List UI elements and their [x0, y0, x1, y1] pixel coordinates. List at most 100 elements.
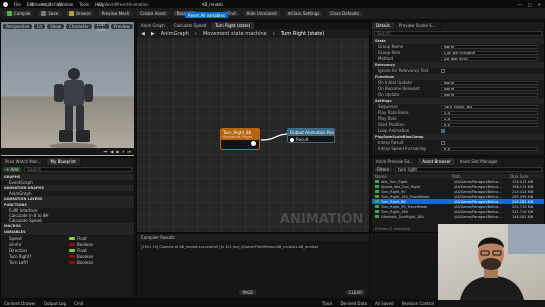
- asset-browser-toolbar: Filters turn right: [372, 165, 544, 174]
- menu-help[interactable]: Help: [95, 2, 104, 7]
- animation-sequence-icon: [375, 210, 379, 213]
- viewport-lit-button[interactable]: Lit: [34, 24, 46, 29]
- property-value[interactable]: None: [440, 92, 538, 97]
- viewport-lod-button[interactable]: LOD Auto: [93, 22, 109, 32]
- property-value[interactable]: None: [440, 86, 538, 91]
- tab-pose-watch[interactable]: Pose Watch Man...: [1, 158, 47, 165]
- relevancy-checkbox[interactable]: [440, 68, 445, 73]
- hide-unrelated-button[interactable]: Hide Unrelated: [243, 11, 280, 16]
- maximize-icon[interactable]: □: [528, 2, 532, 7]
- animation-sequence-icon: [375, 195, 379, 198]
- tab-preview-scene[interactable]: Preview Scene S...: [394, 22, 441, 29]
- asset-row[interactable]: Turn_Right_86/All/Game/Paragon/Belica...…: [372, 199, 544, 204]
- property-value[interactable]: 1.0: [440, 110, 538, 115]
- derived-data-button[interactable]: Derived Data: [340, 301, 367, 306]
- menu-file[interactable]: File: [14, 2, 21, 7]
- graph-editor[interactable]: Anim Graph Calculate Speed Turn Right (s…: [136, 21, 370, 233]
- asset-name: Turn_Right_90_TravelMode: [381, 204, 428, 209]
- tab-my-blueprint[interactable]: My Blueprint: [46, 158, 81, 165]
- trace-button[interactable]: Trace: [322, 301, 333, 306]
- browse-label: Browse: [76, 11, 91, 16]
- asset-path: /All/Game/Paragon/Belica...: [454, 179, 502, 184]
- animation-sequence-icon: [375, 200, 379, 203]
- viewport-preview-button[interactable]: Preview: [110, 24, 133, 29]
- tab-anim-preview[interactable]: Anim Preview Ed...: [372, 158, 419, 165]
- property-label: Loop Animation: [378, 128, 410, 133]
- property-label: Method: [378, 56, 394, 61]
- asset-row[interactable]: Idle_Turn_Right/All/Game/Paragon/Belica.…: [372, 179, 544, 184]
- skip-forward-icon[interactable]: ⏭: [127, 149, 131, 154]
- viewport-character-button[interactable]: Character: [65, 24, 92, 29]
- details-group-label: Relevancy: [375, 63, 396, 67]
- blueprint-search-input[interactable]: Search: [24, 167, 132, 172]
- variable-row[interactable]: Turn Left? Boolean: [1, 259, 134, 265]
- animation-sequence-icon: [375, 215, 379, 218]
- page-button[interactable]: PAGE: [239, 290, 256, 295]
- create-asset-label: Create Asset: [140, 11, 166, 16]
- preview-mesh-button[interactable]: Preview Mesh: [98, 11, 133, 16]
- clear-button[interactable]: CLEAR: [345, 290, 365, 295]
- close-icon[interactable]: ✕: [538, 2, 541, 7]
- property-value[interactable]: None: [440, 80, 538, 85]
- pause-icon[interactable]: ⏸: [122, 149, 124, 154]
- details-search-input[interactable]: Search: [374, 31, 542, 36]
- class-settings-button[interactable]: ⚙ Class Settings: [284, 11, 323, 16]
- content-drawer-button[interactable]: Content Drawer: [4, 301, 36, 306]
- float-pin-icon: [69, 236, 75, 240]
- asset-row[interactable]: Lifestatic_TurnRight_180/All/Game/Parago…: [372, 214, 544, 219]
- output-log-button[interactable]: Output Log: [44, 301, 66, 306]
- file-tab-2[interactable]: V2_WorldPresetAnimation: [97, 2, 149, 7]
- interp-checkbox[interactable]: [440, 140, 445, 145]
- class-defaults-button[interactable]: Class Defaults: [327, 11, 362, 16]
- add-button[interactable]: + Add: [3, 167, 22, 172]
- menu-window[interactable]: Window: [57, 2, 73, 7]
- browse-button[interactable]: Browse: [66, 11, 94, 16]
- pose-output-pin-icon[interactable]: [251, 141, 256, 146]
- compile-button[interactable]: Compile: [4, 11, 34, 16]
- property-value[interactable]: Can Be Fireable: [440, 50, 538, 55]
- column-disk-size[interactable]: Disk Size: [510, 174, 528, 179]
- loop-checkbox[interactable]: [440, 128, 445, 133]
- tab-details[interactable]: Details: [372, 22, 395, 29]
- output-pose-node[interactable]: Output Animation Pose Result: [287, 128, 335, 143]
- asset-row[interactable]: Turn_Right_90_TravelMode/All/Game/Parago…: [372, 204, 544, 209]
- column-path[interactable]: Path: [452, 174, 510, 179]
- filters-button[interactable]: Filters: [374, 167, 392, 172]
- minimize-icon[interactable]: —: [518, 2, 522, 7]
- tab-anim-slot-manager[interactable]: Anim Slot Manager: [455, 158, 503, 165]
- menu-asset[interactable]: Asset: [40, 2, 51, 7]
- cmd-input[interactable]: Cmd: [74, 301, 83, 306]
- boolean-pin-icon: [69, 242, 75, 246]
- property-value[interactable]: 0.0: [440, 146, 538, 151]
- window-controls[interactable]: — □ ✕: [518, 2, 541, 7]
- asset-row[interactable]: Turn_Right_90/All/Game/Paragon/Belica...…: [372, 189, 544, 194]
- menu-tools[interactable]: Tools: [79, 2, 89, 7]
- skip-back-icon[interactable]: ⏮: [104, 149, 108, 154]
- asset-row[interactable]: Turn_Right_180_TravelMode/All/Game/Parag…: [372, 194, 544, 199]
- viewport-perspective-button[interactable]: Perspective: [3, 24, 33, 29]
- sequence-player-node[interactable]: Turn_Right_86 Sequence Player: [220, 128, 260, 150]
- asset-search-input[interactable]: turn right: [395, 167, 542, 172]
- asset-disk-size: 209.182 KiB: [512, 199, 534, 204]
- property-value[interactable]: 0.0: [440, 122, 538, 127]
- create-asset-button[interactable]: Create Asset: [137, 11, 169, 16]
- tab-asset-browser[interactable]: Asset Browser: [418, 158, 456, 165]
- asset-path: /All/Game/Paragon/Belica...: [454, 184, 502, 189]
- details-property: Interp Speed Increasing 0.0: [372, 146, 544, 152]
- column-name[interactable]: Name: [372, 174, 452, 179]
- viewport-show-button[interactable]: Show: [47, 24, 64, 29]
- property-value[interactable]: 1.0: [440, 116, 538, 121]
- output-result-pin[interactable]: Result: [288, 136, 334, 143]
- asset-path: /All/Game/Paragon/Belica...: [454, 194, 502, 199]
- viewport-panel[interactable]: Perspective Lit Show Character LOD Auto …: [0, 21, 135, 157]
- property-value[interactable]: None: [440, 44, 538, 49]
- property-value[interactable]: Do Not Sync: [440, 56, 538, 61]
- save-button[interactable]: Save: [38, 11, 62, 16]
- menu-edit[interactable]: Edit: [27, 2, 35, 7]
- play-icon[interactable]: ▶: [116, 149, 119, 154]
- step-back-icon[interactable]: ◀: [110, 149, 113, 154]
- asset-row[interactable]: Speed_Idle_Turn_Right/All/Game/Paragon/B…: [372, 184, 544, 189]
- asset-row[interactable]: Turn_Right_180/All/Game/Paragon/Belica..…: [372, 209, 544, 214]
- revision-control-button[interactable]: Revision Control: [402, 301, 434, 306]
- property-value[interactable]: Turn_Right_86: [440, 104, 538, 109]
